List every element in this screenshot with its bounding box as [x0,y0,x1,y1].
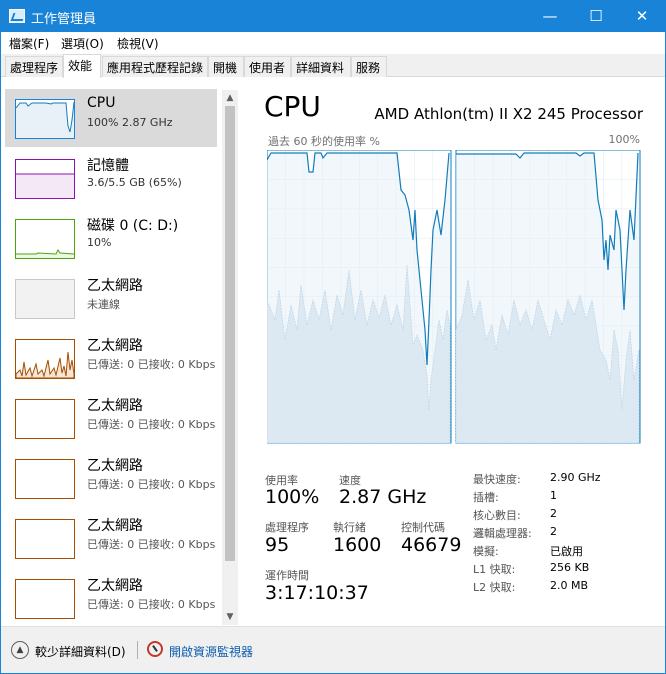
threads-label: 執行緒 [333,521,366,534]
open-resource-monitor-link[interactable]: 開啟資源監視器 [169,643,253,660]
scroll-up-icon[interactable]: ▲ [225,93,235,103]
tab-bar: 處理程序 效能 應用程式歷程記錄 開機 使用者 詳細資料 服務 [1,54,665,78]
processes-label: 處理程序 [265,521,309,534]
spec-virtualization-value: 已啟用 [550,545,583,558]
sidebar-item-label: 記憶體 [87,158,129,174]
ethernet-thumbnail-graph [15,459,75,499]
ethernet-thumbnail-graph [15,579,75,619]
sidebar-item-ethernet[interactable]: 乙太網路 已傳送: 0 已接收: 0 Kbps [5,389,217,447]
sidebar-item-label: 乙太網路 [87,338,143,354]
sidebar-item-ethernet[interactable]: 乙太網路 已傳送: 0 已接收: 0 Kbps [5,509,217,567]
tab-processes[interactable]: 處理程序 [5,56,63,77]
sidebar-scrollbar[interactable]: ▲ ▼ [222,90,238,625]
page-title: CPU [264,90,321,123]
ethernet-thumbnail-graph [15,279,75,319]
sidebar-item-sub: 100% 2.87 GHz [87,116,173,129]
sidebar-item-sub: 已傳送: 0 已接收: 0 Kbps [87,358,216,371]
usage-value: 100% [265,486,320,508]
resource-list: CPU 100% 2.87 GHz 記憶體 3.6/5.5 GB (65%) 磁… [1,78,239,626]
processes-value: 95 [265,534,290,556]
resource-monitor-icon[interactable] [147,641,163,657]
spec-l1-cache-label: L1 快取: [473,563,516,576]
sidebar-item-memory[interactable]: 記憶體 3.6/5.5 GB (65%) [5,149,217,207]
spec-sockets-label: 插槽: [473,491,499,504]
cpu-detail-pane: CPU AMD Athlon(tm) II X2 245 Processor 過… [239,78,665,626]
fewer-details-button[interactable]: 較少詳細資料(D) [35,643,126,660]
minimize-button[interactable]: — [527,1,573,32]
cpu-usage-graphs [266,149,641,444]
sidebar-item-label: 磁碟 0 (C: D:) [87,218,179,234]
sidebar-item-label: 乙太網路 [87,398,143,414]
cpu-thumbnail-graph [15,99,75,139]
sidebar-item-ethernet[interactable]: 乙太網路 已傳送: 0 已接收: 0 Kbps [5,569,217,627]
sidebar-item-ethernet[interactable]: 乙太網路 已傳送: 0 已接收: 0 Kbps [5,449,217,507]
menu-view[interactable]: 檢視(V) [117,35,159,52]
close-button[interactable]: ✕ [619,1,665,32]
scroll-down-icon[interactable]: ▼ [225,612,235,622]
task-manager-icon [9,9,25,23]
ethernet-thumbnail-graph [15,399,75,439]
maximize-button[interactable]: ☐ [573,1,619,32]
disk-thumbnail-graph [15,219,75,259]
spec-logical-processors-value: 2 [550,525,557,538]
sidebar-item-sub: 3.6/5.5 GB (65%) [87,176,182,189]
ethernet-thumbnail-graph [15,519,75,559]
footer-bar: ▲ 較少詳細資料(D) 開啟資源監視器 [1,626,665,673]
ethernet-thumbnail-graph [15,339,75,379]
tab-details[interactable]: 詳細資料 [291,56,351,77]
sidebar-item-cpu[interactable]: CPU 100% 2.87 GHz [5,89,217,147]
uptime-value: 3:17:10:37 [265,582,369,604]
task-manager-window: 工作管理員 — ☐ ✕ 檔案(F) 選項(O) 檢視(V) 處理程序 效能 應用… [0,0,666,674]
scrollbar-thumb[interactable] [225,106,235,561]
tab-performance[interactable]: 效能 [63,54,101,78]
window-title: 工作管理員 [31,12,97,27]
handles-label: 控制代碼 [401,521,445,534]
footer-divider [137,641,138,659]
spec-cores-value: 2 [550,507,557,520]
sidebar-item-label: 乙太網路 [87,458,143,474]
sidebar-item-ethernet[interactable]: 乙太網路 未連線 [5,269,217,327]
speed-value: 2.87 GHz [339,486,427,508]
menu-options[interactable]: 選項(O) [61,35,104,52]
sidebar-item-sub: 已傳送: 0 已接收: 0 Kbps [87,538,216,551]
spec-l2-cache-value: 2.0 MB [550,579,589,592]
spec-cores-label: 核心數目: [473,509,521,522]
threads-value: 1600 [333,534,382,556]
handles-value: 46679 [401,534,462,556]
spec-l2-cache-label: L2 快取: [473,581,516,594]
menu-file[interactable]: 檔案(F) [9,35,49,52]
uptime-label: 運作時間 [265,569,309,582]
graph-max-label: 100% [608,133,640,146]
sidebar-item-label: 乙太網路 [87,518,143,534]
title-bar: 工作管理員 — ☐ ✕ [1,1,665,32]
spec-virtualization-label: 模擬: [473,545,499,558]
sidebar-item-label: 乙太網路 [87,578,143,594]
graph-caption: 過去 60 秒的使用率 % [268,135,380,148]
menu-bar: 檔案(F) 選項(O) 檢視(V) [1,32,665,54]
spec-sockets-value: 1 [550,489,557,502]
memory-thumbnail-graph [15,159,75,199]
tab-startup[interactable]: 開機 [208,56,244,77]
sidebar-item-label: CPU [87,95,116,111]
tab-app-history[interactable]: 應用程式歷程記錄 [102,56,208,77]
spec-l1-cache-value: 256 KB [550,561,590,574]
tab-services[interactable]: 服務 [351,56,387,77]
sidebar-item-sub: 10% [87,236,112,249]
sidebar-item-label: 乙太網路 [87,278,143,294]
tab-users[interactable]: 使用者 [244,56,291,77]
spec-max-speed-value: 2.90 GHz [550,471,601,484]
core-0-graph [266,149,452,444]
sidebar-item-sub: 已傳送: 0 已接收: 0 Kbps [87,598,216,611]
chevron-up-icon[interactable]: ▲ [11,641,29,659]
sidebar-item-sub: 已傳送: 0 已接收: 0 Kbps [87,418,216,431]
core-1-graph [455,149,641,444]
sidebar-item-sub: 已傳送: 0 已接收: 0 Kbps [87,478,216,491]
sidebar-item-sub: 未連線 [87,298,120,311]
sidebar-item-ethernet[interactable]: 乙太網路 已傳送: 0 已接收: 0 Kbps [5,329,217,387]
cpu-model-name: AMD Athlon(tm) II X2 245 Processor [374,105,643,123]
spec-max-speed-label: 最快速度: [473,473,521,486]
sidebar-item-disk[interactable]: 磁碟 0 (C: D:) 10% [5,209,217,267]
spec-logical-processors-label: 邏輯處理器: [473,527,532,540]
